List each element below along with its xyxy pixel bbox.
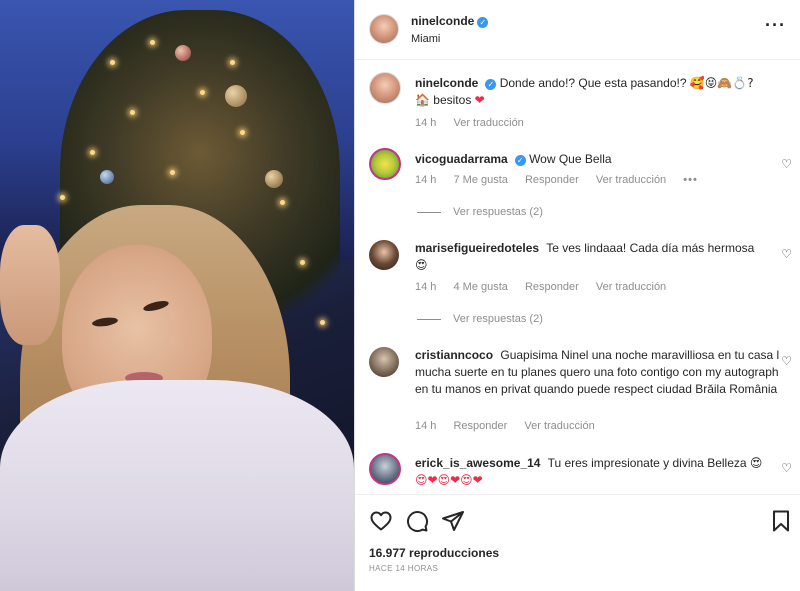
- caption-username[interactable]: ninelconde: [415, 76, 478, 90]
- post-media-image[interactable]: [0, 0, 354, 591]
- heart-eyes-emoji-icon: 😍: [415, 258, 428, 272]
- tree-light: [240, 130, 245, 135]
- views-count[interactable]: 16.977 reproducciones: [369, 546, 499, 560]
- share-paper-plane-icon[interactable]: [441, 509, 465, 533]
- tree-light: [90, 150, 95, 155]
- post-header: ninelconde ✓ Miami ···: [355, 0, 800, 60]
- commenter-avatar[interactable]: [369, 347, 399, 377]
- comment-time[interactable]: 14 h: [415, 420, 436, 432]
- verified-badge-icon: ✓: [477, 17, 489, 28]
- comment-text: Wow Que Bella: [529, 152, 612, 166]
- verified-badge-icon: ✓: [485, 79, 497, 90]
- tree-light: [280, 200, 285, 205]
- tree-light: [60, 195, 65, 200]
- hand: [0, 225, 60, 345]
- post-timestamp[interactable]: HACE 14 HORAS: [369, 564, 438, 573]
- view-replies-label: Ver respuestas (2): [453, 206, 543, 218]
- see-translation-link[interactable]: Ver traducción: [524, 420, 594, 432]
- comment-text: Tu eres impresionate y divina Belleza: [547, 456, 747, 470]
- tree-light: [150, 40, 155, 45]
- ornament: [100, 170, 114, 184]
- tree-light: [320, 320, 325, 325]
- caption-emojis: 🥰😝🙈💍?: [689, 76, 754, 90]
- comment-time[interactable]: 14 h: [415, 281, 436, 293]
- like-heart-icon[interactable]: ♡: [781, 354, 792, 368]
- reply-button[interactable]: Responder: [525, 281, 579, 293]
- verified-badge-icon: ✓: [514, 155, 526, 166]
- like-heart-icon[interactable]: ♡: [781, 157, 792, 171]
- see-translation-link[interactable]: Ver traducción: [596, 174, 666, 186]
- comment-username[interactable]: marisefigueiredoteles: [415, 241, 539, 255]
- comment-username[interactable]: vicoguadarrama: [415, 152, 508, 166]
- post-actions-bar: 16.977 reproducciones HACE 14 HORAS: [355, 494, 800, 591]
- comment-time[interactable]: 14 h: [415, 174, 436, 186]
- replies-line: [417, 211, 441, 213]
- like-heart-icon[interactable]: ♡: [781, 247, 792, 261]
- author-avatar[interactable]: [369, 72, 401, 104]
- caption-text-line2: besitos: [433, 93, 472, 107]
- white-sweater: [0, 380, 354, 591]
- author-username[interactable]: ninelconde: [411, 14, 474, 28]
- view-replies-label: Ver respuestas (2): [453, 313, 543, 325]
- comment-options-icon[interactable]: •••: [683, 174, 698, 186]
- comment-text: Te ves lindaaa! Cada día más hermosa: [546, 241, 755, 255]
- comment-username[interactable]: erick_is_awesome_14: [415, 456, 540, 470]
- ornament: [265, 170, 283, 188]
- heart-eyes-emoji-icon: 😍: [749, 456, 763, 470]
- comment-likes[interactable]: 7 Me gusta: [453, 174, 507, 186]
- comment-likes[interactable]: 4 Me gusta: [453, 281, 507, 293]
- like-heart-icon[interactable]: ♡: [781, 461, 792, 475]
- reply-button[interactable]: Responder: [453, 420, 507, 432]
- commenter-avatar[interactable]: [369, 148, 401, 180]
- tree-light: [200, 90, 205, 95]
- post-location[interactable]: Miami: [411, 33, 440, 45]
- like-heart-icon[interactable]: [369, 509, 393, 533]
- see-translation-link[interactable]: Ver traducción: [453, 117, 523, 129]
- heart-emoji-icon: ❤: [474, 93, 485, 107]
- tree-light: [110, 60, 115, 65]
- view-replies-button[interactable]: Ver respuestas (2): [417, 313, 543, 325]
- ornament: [225, 85, 247, 107]
- see-translation-link[interactable]: Ver traducción: [596, 281, 666, 293]
- more-horizontal-icon[interactable]: ···: [765, 16, 786, 34]
- commenter-avatar[interactable]: [369, 453, 401, 485]
- replies-line: [417, 318, 441, 320]
- tree-light: [300, 260, 305, 265]
- emoji-row: 😍❤😍❤😍❤: [415, 473, 483, 487]
- caption-text: Donde ando!? Que esta pasando!?: [499, 76, 687, 90]
- ornament: [175, 45, 191, 61]
- caption-time[interactable]: 14 h: [415, 117, 436, 129]
- comment-username[interactable]: cristianncoco: [415, 348, 493, 362]
- author-avatar[interactable]: [369, 14, 399, 44]
- post-panel: ninelconde ✓ Miami ··· ninelconde ✓ Donde …: [355, 0, 800, 591]
- tree-light: [230, 60, 235, 65]
- house-icon: 🏠: [415, 93, 430, 107]
- comment-bubble-icon[interactable]: [405, 509, 429, 533]
- view-replies-button[interactable]: Ver respuestas (2): [417, 206, 543, 218]
- tree-light: [130, 110, 135, 115]
- reply-button[interactable]: Responder: [525, 174, 579, 186]
- bookmark-save-icon[interactable]: [769, 509, 793, 533]
- tree-light: [170, 170, 175, 175]
- commenter-avatar[interactable]: [369, 240, 399, 270]
